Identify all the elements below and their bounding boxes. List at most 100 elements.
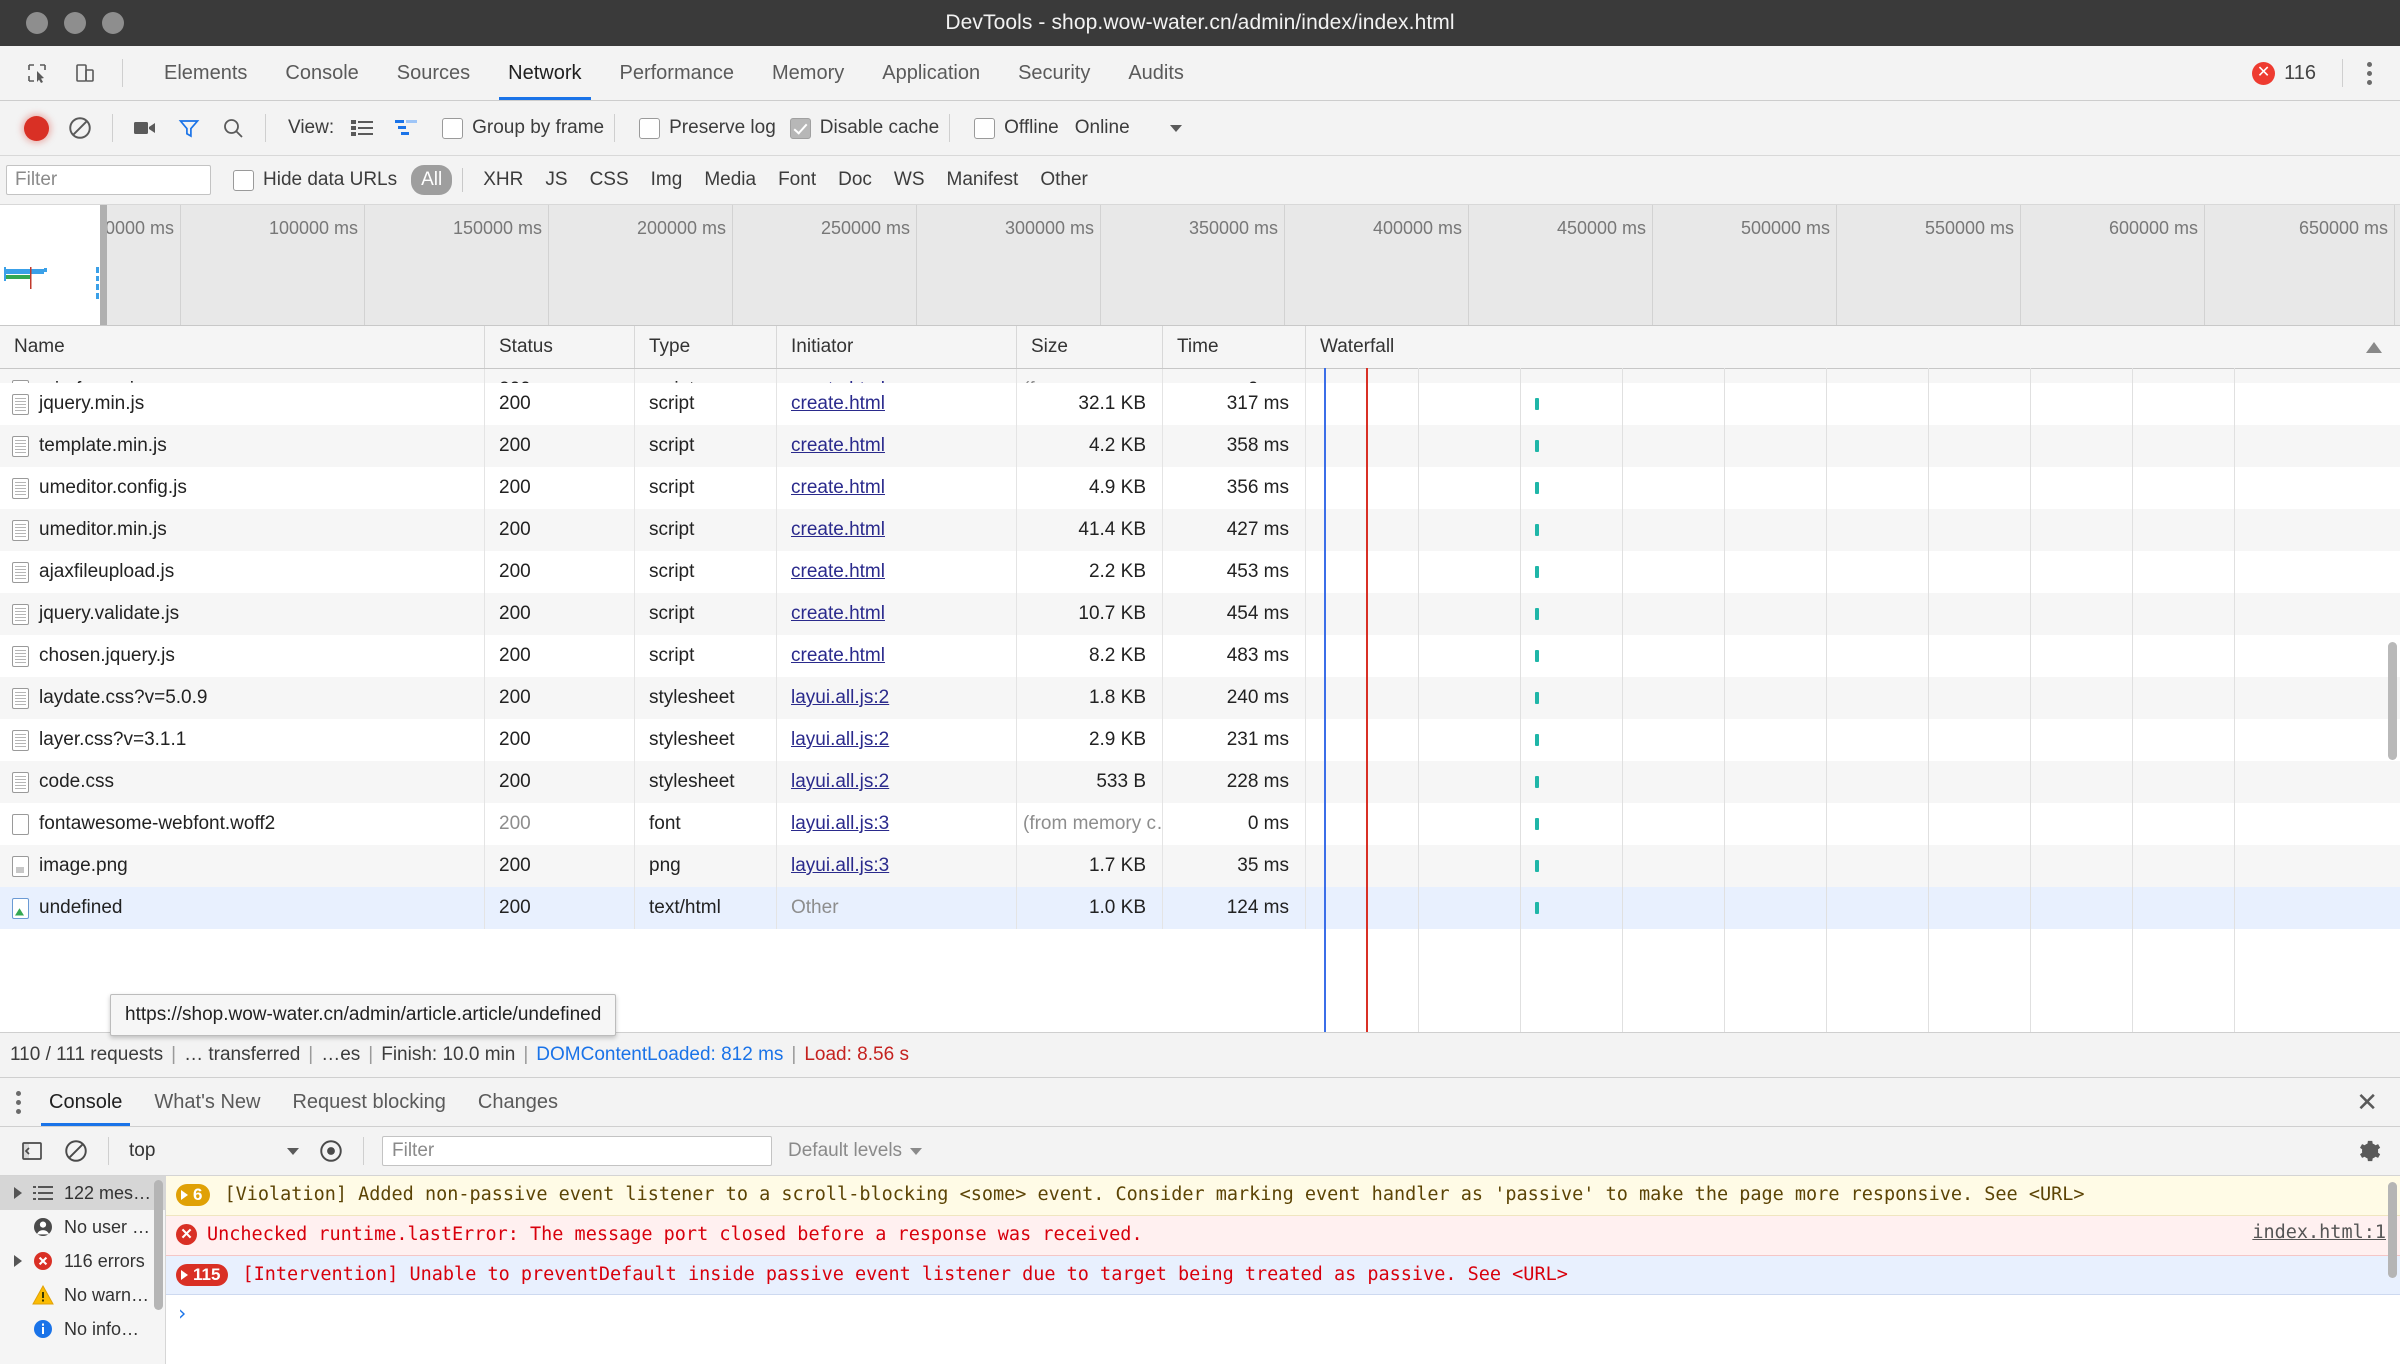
table-row[interactable]: template.min.js 200 script create.html 4… <box>0 425 2400 467</box>
request-initiator[interactable]: create.html <box>791 561 885 582</box>
message-group-count-badge[interactable]: 115 <box>176 1263 229 1286</box>
console-sidebar-item-errors[interactable]: 116 errors <box>0 1244 165 1278</box>
message-source-link[interactable]: index.html:1 <box>2252 1222 2386 1243</box>
table-row[interactable]: ajaxfileupload.js 200 script create.html… <box>0 551 2400 593</box>
network-overview-timeline[interactable]: 50000 ms 100000 ms 150000 ms 200000 ms 2… <box>0 205 2400 326</box>
search-input[interactable] <box>6 165 211 195</box>
table-row[interactable]: umeditor.min.js 200 script create.html 4… <box>0 509 2400 551</box>
tab-security[interactable]: Security <box>999 46 1109 100</box>
type-filter-js[interactable]: JS <box>535 165 577 195</box>
tab-performance[interactable]: Performance <box>601 46 754 100</box>
type-filter-css[interactable]: CSS <box>580 165 639 195</box>
record-button[interactable] <box>14 106 58 150</box>
type-filter-other[interactable]: Other <box>1030 165 1098 195</box>
table-row[interactable]: laydate.css?v=5.0.9 200 stylesheet layui… <box>0 677 2400 719</box>
console-filter-input[interactable] <box>382 1136 772 1166</box>
group-by-frame-checkbox[interactable]: Group by frame <box>442 117 604 139</box>
request-initiator[interactable]: create.html <box>791 477 885 498</box>
column-header-name[interactable]: Name <box>0 326 485 368</box>
type-filter-ws[interactable]: WS <box>884 165 935 195</box>
console-sidebar-toggle-icon[interactable] <box>10 1129 54 1173</box>
expand-triangle-icon[interactable] <box>14 1255 22 1267</box>
column-header-initiator[interactable]: Initiator <box>777 326 1017 368</box>
table-scrollbar[interactable] <box>2388 642 2397 760</box>
column-header-waterfall[interactable]: Waterfall <box>1306 326 2400 368</box>
list-view-icon[interactable] <box>340 106 384 150</box>
type-filter-manifest[interactable]: Manifest <box>937 165 1029 195</box>
request-initiator[interactable]: create.html <box>791 603 885 624</box>
error-count-badge[interactable]: ✕ 116 <box>2252 61 2328 85</box>
console-sidebar-item-user-messages[interactable]: No user … <box>0 1210 165 1244</box>
search-icon[interactable] <box>211 106 255 150</box>
console-prompt[interactable]: › <box>166 1295 2400 1331</box>
overview-window-right-handle[interactable] <box>100 205 107 325</box>
tab-sources[interactable]: Sources <box>378 46 489 100</box>
drawer-more-options-icon[interactable] <box>0 1090 33 1114</box>
table-row[interactable]: image.png 200 png layui.all.js:3 1.7 KB … <box>0 845 2400 887</box>
tab-network[interactable]: Network <box>489 46 600 100</box>
tab-console[interactable]: Console <box>266 46 377 100</box>
type-filter-img[interactable]: Img <box>641 165 693 195</box>
live-expression-icon[interactable] <box>309 1129 353 1173</box>
tab-audits[interactable]: Audits <box>1109 46 1203 100</box>
column-header-size[interactable]: Size <box>1017 326 1163 368</box>
device-toolbar-icon[interactable] <box>64 52 106 94</box>
more-options-icon[interactable] <box>2357 52 2382 95</box>
message-group-count-badge[interactable]: 6 <box>176 1184 211 1206</box>
close-drawer-button[interactable]: ✕ <box>2356 1089 2378 1115</box>
inspect-element-icon[interactable] <box>16 52 58 94</box>
request-initiator[interactable]: layui.all.js:2 <box>791 729 889 750</box>
column-header-time[interactable]: Time <box>1163 326 1306 368</box>
console-sidebar-item-info[interactable]: No info… <box>0 1312 165 1346</box>
log-levels-select[interactable]: Default levels <box>788 1140 923 1162</box>
request-initiator[interactable]: create.html <box>791 393 885 414</box>
drawer-tab-request-blocking[interactable]: Request blocking <box>276 1078 461 1126</box>
throttling-select[interactable]: Online <box>1075 117 1130 139</box>
table-row[interactable]: jquery.min.js 200 script create.html 32.… <box>0 383 2400 425</box>
console-sidebar-item-warnings[interactable]: No warn… <box>0 1278 165 1312</box>
console-message-warning[interactable]: 6 [Violation] Added non-passive event li… <box>166 1176 2400 1216</box>
clear-button[interactable] <box>58 106 102 150</box>
table-row[interactable]: umeditor.config.js 200 script create.htm… <box>0 467 2400 509</box>
table-row[interactable]: mip-frame.js 200 script create.html (fro… <box>0 369 2400 383</box>
table-row[interactable]: undefined 200 text/html Other 1.0 KB 124… <box>0 887 2400 929</box>
request-initiator[interactable]: create.html <box>791 519 885 540</box>
request-initiator[interactable]: create.html <box>791 645 885 666</box>
request-initiator[interactable]: layui.all.js:3 <box>791 855 889 876</box>
console-message-intervention[interactable]: 115 [Intervention] Unable to preventDefa… <box>166 1255 2400 1296</box>
type-filter-all[interactable]: All <box>411 165 453 195</box>
console-message-error[interactable]: ✕ Unchecked runtime.lastError: The messa… <box>166 1215 2400 1256</box>
type-filter-media[interactable]: Media <box>694 165 766 195</box>
preserve-log-checkbox[interactable]: Preserve log <box>639 117 776 139</box>
request-initiator[interactable]: layui.all.js:3 <box>791 813 889 834</box>
drawer-tab-changes[interactable]: Changes <box>462 1078 574 1126</box>
table-row[interactable]: layer.css?v=3.1.1 200 stylesheet layui.a… <box>0 719 2400 761</box>
table-row[interactable]: fontawesome-webfont.woff2 200 font layui… <box>0 803 2400 845</box>
expand-triangle-icon[interactable] <box>14 1187 22 1199</box>
type-filter-font[interactable]: Font <box>768 165 826 195</box>
type-filter-doc[interactable]: Doc <box>828 165 882 195</box>
console-settings-icon[interactable] <box>2356 1138 2382 1164</box>
table-row[interactable]: jquery.validate.js 200 script create.htm… <box>0 593 2400 635</box>
tab-elements[interactable]: Elements <box>145 46 266 100</box>
throttling-caret[interactable] <box>1169 124 1182 132</box>
tab-memory[interactable]: Memory <box>753 46 863 100</box>
request-initiator[interactable]: layui.all.js:2 <box>791 687 889 708</box>
offline-checkbox[interactable]: Offline <box>974 117 1059 139</box>
drawer-tab-console[interactable]: Console <box>33 1078 138 1126</box>
column-header-type[interactable]: Type <box>635 326 777 368</box>
disable-cache-checkbox[interactable]: Disable cache <box>789 117 939 139</box>
request-initiator[interactable]: layui.all.js:2 <box>791 771 889 792</box>
filter-icon[interactable] <box>167 106 211 150</box>
table-row[interactable]: chosen.jquery.js 200 script create.html … <box>0 635 2400 677</box>
console-sidebar-scrollbar[interactable] <box>154 1180 163 1310</box>
hide-data-urls-checkbox[interactable]: Hide data URLs <box>233 169 397 191</box>
capture-screenshots-icon[interactable] <box>123 106 167 150</box>
type-filter-xhr[interactable]: XHR <box>473 165 533 195</box>
table-row[interactable]: code.css 200 stylesheet layui.all.js:2 5… <box>0 761 2400 803</box>
clear-console-icon[interactable] <box>54 1129 98 1173</box>
waterfall-view-icon[interactable] <box>384 106 428 150</box>
column-header-status[interactable]: Status <box>485 326 635 368</box>
javascript-context-select[interactable]: top <box>129 1140 309 1162</box>
request-initiator[interactable]: create.html <box>791 435 885 456</box>
